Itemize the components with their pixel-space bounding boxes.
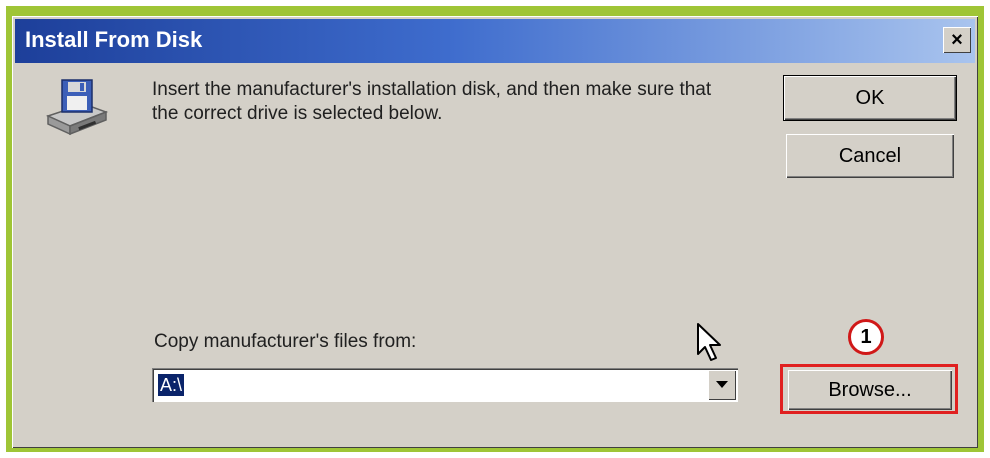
source-path-combobox[interactable]: A:\ [152,368,738,402]
close-button[interactable]: × [943,27,971,53]
dialog-title: Install From Disk [25,27,203,52]
cancel-button[interactable]: Cancel [786,134,954,178]
step-number-badge: 1 [848,319,884,355]
mouse-pointer-icon [696,322,726,364]
dropdown-button[interactable] [708,370,736,400]
browse-button[interactable]: Browse... [788,370,952,410]
chevron-down-icon [716,381,728,388]
title-bar[interactable]: Install From Disk × [15,19,975,63]
floppy-drive-icon [44,76,110,140]
ok-button[interactable]: OK [783,75,957,121]
close-icon: × [951,29,963,51]
instruction-text: Insert the manufacturer's installation d… [152,79,712,124]
copy-from-label: Copy manufacturer's files from: [154,331,417,352]
source-path-value[interactable]: A:\ [158,374,185,396]
